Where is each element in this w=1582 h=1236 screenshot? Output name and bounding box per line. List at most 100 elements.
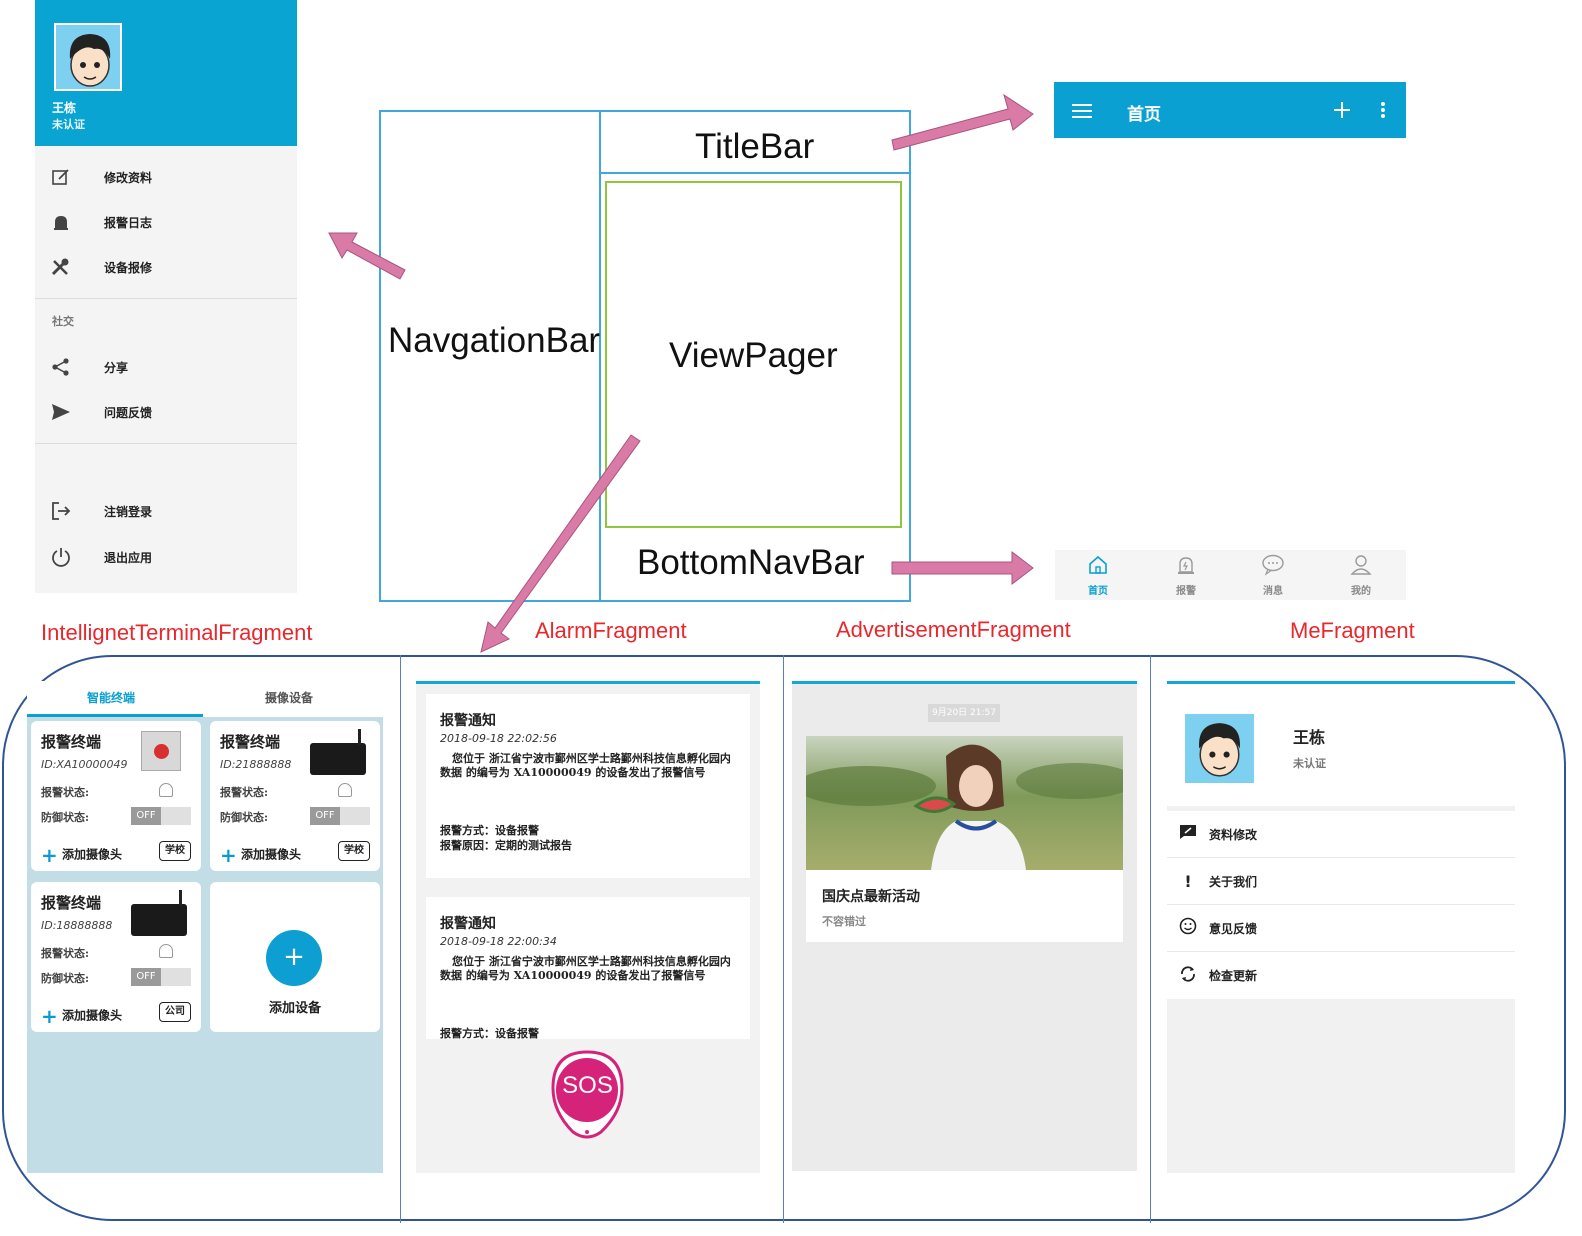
alarm-status-icon bbox=[338, 783, 352, 797]
location-badge: 学校 bbox=[159, 841, 191, 861]
terminal-name: 报警终端 bbox=[41, 894, 102, 912]
alarm-body: 您位于 浙江省宁波市鄞州区学士路鄞州科技信息孵化园内数据 的编号为 XA1000… bbox=[440, 955, 731, 982]
defense-toggle[interactable]: OFF bbox=[131, 807, 191, 825]
home-icon bbox=[1089, 555, 1107, 574]
tab-smart-terminal[interactable]: 智能终端 bbox=[87, 689, 135, 706]
alarm-button-image bbox=[141, 731, 181, 771]
arrow-to-titlebar bbox=[891, 93, 1034, 151]
fragment-separator bbox=[1150, 655, 1151, 1223]
add-device-card[interactable]: + 添加设备 bbox=[210, 882, 380, 1032]
defense-toggle[interactable]: OFF bbox=[310, 807, 370, 825]
add-camera-button[interactable]: + 添加摄像头 bbox=[41, 1004, 122, 1028]
arrow-to-drawer bbox=[328, 232, 406, 280]
alarm-status-icon bbox=[159, 783, 173, 797]
defense-status-label: 防御状态: bbox=[41, 811, 90, 824]
add-camera-button[interactable]: + 添加摄像头 bbox=[220, 843, 301, 867]
terminal-device-image bbox=[310, 729, 366, 775]
bottom-nav-label: 消息 bbox=[1263, 586, 1283, 597]
tab-indicator bbox=[27, 714, 203, 717]
fragment-label-alarm: AlarmFragment bbox=[535, 618, 687, 643]
profile-status: 未认证 bbox=[1293, 757, 1326, 770]
me-item-edit-profile[interactable]: 资料修改 bbox=[1167, 811, 1515, 858]
terminal-id: ID:21888888 bbox=[220, 758, 292, 771]
location-badge: 公司 bbox=[159, 1002, 191, 1022]
add-device-label: 添加设备 bbox=[268, 1001, 321, 1016]
more-options-icon[interactable] bbox=[1380, 101, 1386, 123]
fragment-separator bbox=[783, 655, 784, 1223]
fragment-separator bbox=[400, 655, 401, 1223]
alarm-method: 报警方式：设备报警 bbox=[440, 824, 539, 837]
bottom-nav-message[interactable]: 消息 bbox=[1243, 554, 1303, 598]
advertisement-fragment: 9月20日 21:57 国庆点最新活动 不容错过 bbox=[792, 681, 1137, 1171]
ad-subtitle: 不容错过 bbox=[822, 915, 866, 928]
me-item-label: 资料修改 bbox=[1209, 827, 1258, 842]
fragment-label-me: MeFragment bbox=[1290, 618, 1415, 643]
terminal-card[interactable]: 报警终端 ID:18888888 报警状态: 防御状态: OFF + 添加摄像头… bbox=[31, 882, 201, 1032]
terminal-tabs: 智能终端 摄像设备 bbox=[27, 681, 383, 717]
ad-photo bbox=[806, 736, 1123, 870]
toggle-knob: OFF bbox=[131, 807, 161, 825]
bottom-nav-home[interactable]: 首页 bbox=[1068, 554, 1128, 598]
alarm-title: 报警通知 bbox=[440, 916, 496, 932]
ad-card[interactable]: 国庆点最新活动 不容错过 bbox=[806, 736, 1123, 942]
alarm-time: 2018-09-18 22:00:34 bbox=[440, 935, 557, 948]
me-item-feedback[interactable]: 意见反馈 bbox=[1167, 905, 1515, 952]
terminal-card[interactable]: 报警终端 ID:XA10000049 报警状态: 防御状态: OFF + 添加摄… bbox=[31, 721, 201, 871]
hamburger-menu-icon[interactable] bbox=[1072, 103, 1092, 123]
sync-icon bbox=[1177, 965, 1199, 987]
me-item-label: 关于我们 bbox=[1209, 874, 1258, 889]
user-icon bbox=[1350, 555, 1372, 575]
title-bar: 首页 bbox=[1054, 82, 1406, 138]
add-camera-label: 添加摄像头 bbox=[61, 1008, 122, 1023]
alarm-card[interactable]: 报警通知 2018-09-18 22:02:56 您位于 浙江省宁波市鄞州区学士… bbox=[426, 694, 750, 878]
add-device-button[interactable]: + bbox=[266, 930, 322, 986]
bottom-nav-alarm[interactable]: 报警 bbox=[1156, 554, 1216, 598]
defense-toggle[interactable]: OFF bbox=[131, 968, 191, 986]
me-item-label: 检查更新 bbox=[1209, 969, 1258, 983]
sos-label: SOS bbox=[562, 1072, 613, 1099]
defense-status-label: 防御状态: bbox=[220, 811, 269, 824]
alarm-status-icon bbox=[159, 944, 173, 958]
fragment-label-advertisement: AdvertisementFragment bbox=[836, 617, 1071, 642]
alarm-card[interactable]: 报警通知 2018-09-18 22:00:34 您位于 浙江省宁波市鄞州区学士… bbox=[426, 897, 750, 1039]
alarm-title: 报警通知 bbox=[440, 713, 496, 729]
alarm-method: 报警方式：设备报警 bbox=[440, 1027, 539, 1039]
alarm-status-label: 报警状态: bbox=[41, 786, 90, 799]
bottom-nav-bar: 首页 报警 消息 我的 bbox=[1055, 550, 1406, 600]
terminal-device-image bbox=[131, 890, 187, 936]
bottom-nav-label: 我的 bbox=[1351, 586, 1371, 597]
title-bar-title: 首页 bbox=[1127, 105, 1161, 125]
terminal-id: ID:18888888 bbox=[41, 919, 113, 932]
defense-status-label: 防御状态: bbox=[41, 972, 90, 985]
tab-camera-device[interactable]: 摄像设备 bbox=[265, 689, 313, 706]
profile-header[interactable]: 王栋 未认证 bbox=[1167, 684, 1515, 806]
terminal-id: ID:XA10000049 bbox=[41, 758, 128, 771]
me-item-label: 意见反馈 bbox=[1209, 921, 1258, 936]
alarm-reason: 报警原因：定期的测试报告 bbox=[440, 839, 572, 852]
me-item-check-update[interactable]: 检查更新 bbox=[1167, 952, 1515, 999]
profile-name: 王栋 bbox=[1293, 728, 1326, 747]
location-badge: 学校 bbox=[338, 841, 370, 861]
plus-icon: + bbox=[41, 843, 58, 867]
alarm-body: 您位于 浙江省宁波市鄞州区学士路鄞州科技信息孵化园内数据 的编号为 XA1000… bbox=[440, 752, 731, 779]
alarm-time: 2018-09-18 22:02:56 bbox=[440, 732, 557, 745]
add-camera-label: 添加摄像头 bbox=[240, 847, 301, 862]
bottom-nav-me[interactable]: 我的 bbox=[1331, 554, 1391, 598]
alarm-status-label: 报警状态: bbox=[41, 947, 90, 960]
bottom-nav-label: 首页 bbox=[1088, 586, 1108, 597]
add-camera-label: 添加摄像头 bbox=[61, 847, 122, 862]
sos-button[interactable]: SOS bbox=[551, 1050, 624, 1140]
plus-icon: + bbox=[41, 1004, 58, 1028]
terminal-card[interactable]: 报警终端 ID:21888888 报警状态: 防御状态: OFF + 添加摄像头… bbox=[210, 721, 380, 871]
me-item-about[interactable]: ! 关于我们 bbox=[1167, 858, 1515, 905]
bottom-nav-label: 报警 bbox=[1176, 586, 1196, 597]
toggle-knob: OFF bbox=[310, 807, 340, 825]
toggle-knob: OFF bbox=[131, 968, 161, 986]
avatar[interactable] bbox=[1185, 714, 1254, 783]
alarm-icon bbox=[1178, 557, 1194, 574]
plus-icon: + bbox=[220, 843, 237, 867]
add-icon[interactable] bbox=[1334, 102, 1350, 122]
add-camera-button[interactable]: + 添加摄像头 bbox=[41, 843, 122, 867]
terminal-name: 报警终端 bbox=[41, 733, 102, 751]
terminal-fragment: 智能终端 摄像设备 报警终端 ID:XA10000049 报警状态: 防御状态:… bbox=[27, 681, 383, 1173]
